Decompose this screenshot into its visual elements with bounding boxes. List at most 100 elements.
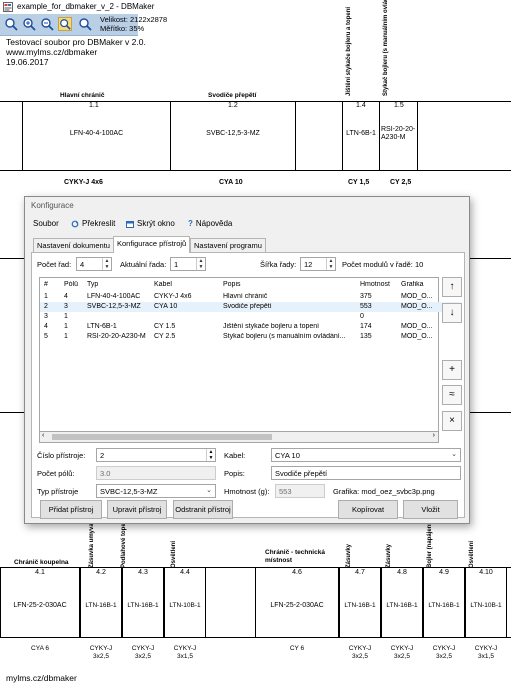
module-num: 4.6 bbox=[292, 569, 302, 576]
module-name: LFN-25-2-030AC bbox=[270, 602, 324, 609]
table-cell: 4 bbox=[64, 293, 68, 300]
delete-row-button[interactable]: × bbox=[442, 411, 462, 431]
bottom-vlabel-7: Osvětlení bbox=[469, 540, 475, 568]
column-header[interactable]: Grafika bbox=[401, 281, 424, 288]
table-row[interactable]: 4 1 LTN-6B-1 CY 1.5 Jištění stykače bojleru … bbox=[40, 322, 461, 332]
table-row[interactable]: 1 4 LFN-40-4-100AC CYKY-J 4x6 Hlavní chránič… bbox=[40, 292, 461, 302]
column-header[interactable]: Popis bbox=[223, 281, 241, 288]
menu-napoveda[interactable]: ? Nápověda bbox=[188, 219, 232, 228]
upravit-pristroj-button[interactable]: Upravit přístroj bbox=[107, 500, 167, 519]
tab-konfigurace-pristroju[interactable]: Konfigurace přístrojů bbox=[113, 236, 191, 253]
bottom-module-4.10: 4.10 LTN-10B-1 bbox=[465, 567, 507, 638]
top-module-1: 1.1 LFN-40-4-100AC bbox=[22, 101, 171, 171]
menu-prekreslit[interactable]: Překreslit bbox=[71, 219, 115, 228]
bottom-module-4.8: 4.8 LTN-16B-1 bbox=[381, 567, 423, 638]
polu-label: Počet pólů: bbox=[37, 469, 75, 478]
table-cell: SVBC-12,5-3-MZ bbox=[87, 303, 141, 310]
doc-url: www.mylms.cz/dbmaker bbox=[6, 47, 98, 57]
menu-skryt-label: Skrýt okno bbox=[137, 219, 175, 228]
kabel-select[interactable]: CYA 10 ⌄ bbox=[271, 448, 461, 462]
sirka-rady-spinner[interactable]: 12 ▲ ▼ bbox=[300, 257, 336, 271]
bottom-module-4.9: 4.9 LTN-16B-1 bbox=[423, 567, 465, 638]
module-name: LFN-25-2-030AC bbox=[13, 602, 67, 609]
mid-line-left bbox=[0, 258, 24, 259]
vlozit-button[interactable]: Vložit bbox=[403, 500, 458, 519]
bottom-module-4.4: 4.4 LTN-10B-1 bbox=[164, 567, 206, 638]
column-header[interactable]: Pólů bbox=[64, 281, 78, 288]
bottom-cable-4.6: CY 6 bbox=[289, 645, 305, 652]
add-row-button[interactable]: + bbox=[442, 360, 462, 380]
kabel-value: CYA 10 bbox=[275, 451, 300, 460]
table-cell: 553 bbox=[360, 303, 372, 310]
duplicate-button[interactable]: ≈ bbox=[442, 385, 462, 405]
column-header[interactable]: Typ bbox=[87, 281, 98, 288]
menu-soubor-label: Soubor bbox=[33, 219, 59, 228]
column-header[interactable]: # bbox=[44, 281, 48, 288]
window-titlebar: example_for_dbmaker_v_2 - DBMaker bbox=[0, 0, 511, 14]
tab-panel: Počet řad: 4 ▲ ▼ Aktuální řada: 1 ▲ ▼ Šířka … bbox=[31, 252, 465, 519]
module-name: SVBC-12,5-3-MZ bbox=[206, 130, 260, 137]
zoom-level-text: Měřítko: 35% bbox=[100, 24, 145, 33]
spinner-arrows-icon[interactable]: ▲ ▼ bbox=[326, 258, 335, 270]
popis-input[interactable]: Svodiče přepětí bbox=[271, 466, 461, 480]
zoom-actual-icon[interactable] bbox=[58, 17, 72, 31]
table-cell: 1 bbox=[64, 323, 68, 330]
module-num: 4.2 bbox=[96, 569, 106, 576]
bottom-module-4.6: 4.6 LFN-25-2-030AC bbox=[255, 567, 339, 638]
menu-skryt[interactable]: Skrýt okno bbox=[126, 219, 175, 228]
spinner-arrows-icon[interactable]: ▲ ▼ bbox=[196, 258, 205, 270]
module-num: 4.1 bbox=[35, 569, 45, 576]
devices-table[interactable]: # Pólů Typ Kabel Popis Hmotnost Grafika 1 4 LFN-… bbox=[39, 277, 461, 432]
cislo-input[interactable]: 2 ▲ ▼ bbox=[96, 448, 216, 462]
scroll-thumb[interactable] bbox=[52, 434, 272, 440]
top-cable-4: CY 2,5 bbox=[390, 179, 412, 186]
module-num: 1.4 bbox=[356, 102, 366, 109]
bottom-vlabel-5: Zásuvky bbox=[386, 543, 392, 568]
table-row[interactable]: 3 1 0 bbox=[40, 312, 461, 322]
popis-value: Svodiče přepětí bbox=[275, 469, 328, 478]
bottom-vlabel-1: Zásuvka umyvadlo bbox=[89, 514, 95, 568]
odstranit-pristroj-button[interactable]: Odstranit přístroj bbox=[173, 500, 233, 519]
table-row[interactable]: 5 1 RSI-20-20-A230-M CY 2.5 Stykač bojleru (… bbox=[40, 332, 461, 342]
tab-nastaveni-programu[interactable]: Nastavení programu bbox=[190, 238, 266, 252]
chevron-down-icon: ⌄ bbox=[451, 451, 457, 458]
top-cable-2: CYA 10 bbox=[219, 179, 243, 186]
module-num: 1.1 bbox=[89, 102, 99, 109]
zoom-in-icon[interactable] bbox=[22, 17, 36, 31]
zoom-fit-icon[interactable] bbox=[4, 17, 18, 31]
typ-select[interactable]: SVBC-12,5-3-MZ ⌄ bbox=[96, 484, 216, 498]
column-header[interactable]: Kabel bbox=[154, 281, 172, 288]
table-cell: 174 bbox=[360, 323, 372, 330]
table-hscrollbar[interactable]: ‹ › bbox=[39, 432, 439, 443]
table-cell: RSI-20-20-A230-M bbox=[87, 333, 146, 340]
table-cell: CYKY-J 4x6 bbox=[154, 293, 192, 300]
zoom-out-icon[interactable] bbox=[40, 17, 54, 31]
zoom-width-icon[interactable] bbox=[78, 17, 92, 31]
module-num: 4.9 bbox=[439, 569, 449, 576]
popis-label: Popis: bbox=[224, 469, 245, 478]
kopirovat-button[interactable]: Kopírovat bbox=[338, 500, 398, 519]
scroll-left-icon[interactable]: ‹ bbox=[42, 432, 44, 439]
table-cell: CY 2.5 bbox=[154, 333, 176, 340]
scroll-right-icon[interactable]: › bbox=[433, 432, 435, 439]
hmotnost-label: Hmotnost (g): bbox=[224, 487, 270, 496]
spinner-arrows-icon[interactable]: ▲ ▼ bbox=[102, 258, 111, 270]
spinner-arrows-icon[interactable]: ▲ ▼ bbox=[206, 449, 215, 461]
table-header: # Pólů Typ Kabel Popis Hmotnost Grafika bbox=[40, 280, 461, 290]
mid-line-right-2 bbox=[470, 412, 511, 413]
aktualni-rada-spinner[interactable]: 1 ▲ ▼ bbox=[170, 257, 206, 271]
column-header[interactable]: Hmotnost bbox=[360, 281, 390, 288]
pocet-rad-spinner[interactable]: 4 ▲ ▼ bbox=[76, 257, 112, 271]
config-dialog: Konfigurace Soubor Překreslit Skrýt okno… bbox=[24, 196, 470, 524]
menu-soubor[interactable]: Soubor bbox=[33, 219, 59, 228]
bottom-module-4.7: 4.7 LTN-16B-1 bbox=[339, 567, 381, 638]
table-row[interactable]: 2 3 SVBC-12,5-3-MZ CYA 10 Svodiče přepětí 553… bbox=[40, 302, 461, 312]
move-down-button[interactable]: ↓ bbox=[442, 303, 462, 323]
viewer-toolbar: Velikost: 2122x2878 Měřítko: 35% bbox=[0, 14, 167, 36]
move-up-button[interactable]: ↑ bbox=[442, 277, 462, 297]
tab-nastaveni-dokumentu[interactable]: Nastavení dokumentu bbox=[33, 238, 114, 252]
bottom-cable-4.2: CYKY-J 3x2,5 bbox=[89, 645, 113, 660]
module-name: RSI-20-20-A230-M bbox=[381, 126, 416, 141]
hmotnost-input: 553 bbox=[275, 484, 325, 498]
pridat-pristroj-button[interactable]: Přidat přístroj bbox=[40, 500, 102, 519]
